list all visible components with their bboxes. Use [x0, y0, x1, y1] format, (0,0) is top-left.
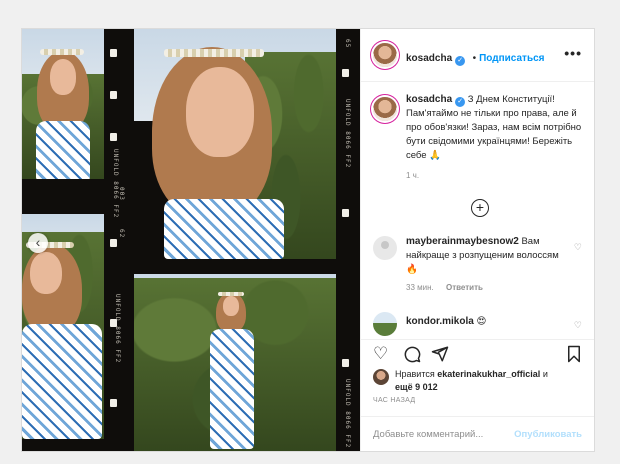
face	[223, 296, 239, 316]
bookmark-icon[interactable]	[566, 345, 582, 368]
film-label: 65	[344, 39, 351, 49]
previous-image-button[interactable]: ‹	[28, 233, 48, 253]
photo-main	[134, 29, 336, 259]
verified-badge-icon: ✓	[455, 97, 466, 107]
face	[30, 252, 62, 294]
comment-time[interactable]: 33 мин.	[406, 283, 434, 292]
comment-item: kondor.mikola 😍	[406, 315, 566, 329]
plus-circle-icon[interactable]: +	[471, 199, 489, 217]
comment-meta: 33 мин. Ответить	[406, 283, 566, 292]
dress	[22, 324, 102, 439]
avatar[interactable]	[373, 43, 397, 67]
film-sprocket	[110, 133, 117, 141]
film-sprocket	[110, 91, 117, 99]
comments-section: kosadcha ✓ З Днем Конституції! Пам'ятаймо…	[361, 82, 594, 339]
share-icon[interactable]	[431, 345, 449, 368]
likes-count[interactable]: ещё 9 012	[395, 382, 438, 392]
photo-bottom-right	[134, 274, 336, 451]
verified-badge-icon: ✓	[455, 56, 466, 66]
film-label: 62	[118, 229, 125, 239]
face	[50, 59, 76, 95]
comment-body: mayberainmaybesnow2 Вам найкраще з розпу…	[406, 235, 566, 277]
film-sprocket	[110, 49, 117, 57]
header-username[interactable]: kosadcha	[406, 53, 452, 64]
caption-username[interactable]: kosadcha	[406, 94, 452, 105]
add-comment-bar: Добавьте комментарий... Опубликовать	[361, 416, 594, 451]
film-sprocket	[342, 69, 349, 77]
post-header: kosadcha ✓ • Подписаться •••	[361, 29, 594, 82]
like-comment-heart-icon[interactable]: ♡	[574, 242, 582, 253]
like-comment-heart-icon[interactable]: ♡	[574, 320, 582, 331]
comment-input[interactable]: Добавьте комментарий...	[373, 429, 483, 440]
dress	[210, 329, 254, 449]
film-label: UNFOLD 8066 FF2	[344, 379, 351, 449]
caption-avatar[interactable]	[373, 97, 397, 121]
comment-bubble-svg	[404, 346, 421, 363]
flower-crown	[218, 292, 244, 296]
film-label: UNFOLD 8066 FF2	[344, 99, 351, 169]
flower-crown	[40, 49, 84, 55]
instagram-post: UNFOLD 8066 FF2 UNFOLD 8066 FF2 UNFOLD 8…	[21, 28, 595, 452]
film-sprocket	[110, 239, 117, 247]
film-label: UNFOLD 8066 FF2	[114, 294, 121, 364]
dress	[164, 199, 284, 259]
likes-and: и	[542, 369, 548, 379]
action-bar: ♡	[361, 339, 594, 370]
face	[186, 67, 254, 157]
comment-icon[interactable]	[403, 345, 421, 368]
default-avatar-icon	[381, 241, 389, 249]
film-sprocket	[342, 209, 349, 217]
bookmark-svg	[568, 345, 580, 363]
caption-time[interactable]: 1 ч.	[406, 171, 586, 180]
share-plane-svg	[431, 346, 449, 362]
flower-crown	[164, 49, 264, 57]
photo-top-left	[22, 29, 104, 179]
comment-username[interactable]: kondor.mikola	[406, 316, 474, 327]
likes-prefix: Нравится	[395, 369, 435, 379]
dress	[36, 121, 90, 179]
liker-username[interactable]: ekaterinakukhar_official	[437, 369, 540, 379]
film-label: UNFOLD 8066 FF2	[112, 149, 119, 219]
post-image-collage[interactable]: UNFOLD 8066 FF2 UNFOLD 8066 FF2 UNFOLD 8…	[22, 29, 360, 451]
film-label: 003	[118, 187, 125, 201]
comment-text: 😍	[476, 316, 487, 327]
comment-body: kondor.mikola 😍	[406, 315, 566, 329]
caption-body: kosadcha ✓ З Днем Конституції! Пам'ятаймо…	[406, 93, 586, 163]
comment-avatar[interactable]	[373, 236, 397, 260]
heart-icon[interactable]: ♡	[373, 344, 388, 364]
post-sidebar: kosadcha ✓ • Подписаться ••• kosadcha ✓ З Д…	[360, 29, 594, 451]
likes-summary: Нравится ekaterinakukhar_official и ещё …	[395, 368, 548, 394]
comment-username[interactable]: mayberainmaybesnow2	[406, 236, 519, 247]
liker-avatar[interactable]	[373, 369, 389, 385]
separator-dot: •	[472, 53, 477, 64]
film-sprocket	[110, 399, 117, 407]
publish-button[interactable]: Опубликовать	[514, 429, 582, 440]
comment-item: mayberainmaybesnow2 Вам найкраще з розпу…	[406, 235, 566, 292]
header-user-line: kosadcha ✓ • Подписаться	[406, 48, 545, 66]
comment-avatar[interactable]	[373, 312, 397, 336]
post-timestamp[interactable]: ЧАС НАЗАД	[373, 397, 415, 404]
film-sprocket	[342, 359, 349, 367]
reply-button[interactable]: Ответить	[446, 283, 483, 292]
follow-button[interactable]: Подписаться	[479, 53, 544, 64]
caption: kosadcha ✓ З Днем Конституції! Пам'ятаймо…	[406, 93, 586, 180]
more-options-icon[interactable]: •••	[564, 45, 582, 61]
